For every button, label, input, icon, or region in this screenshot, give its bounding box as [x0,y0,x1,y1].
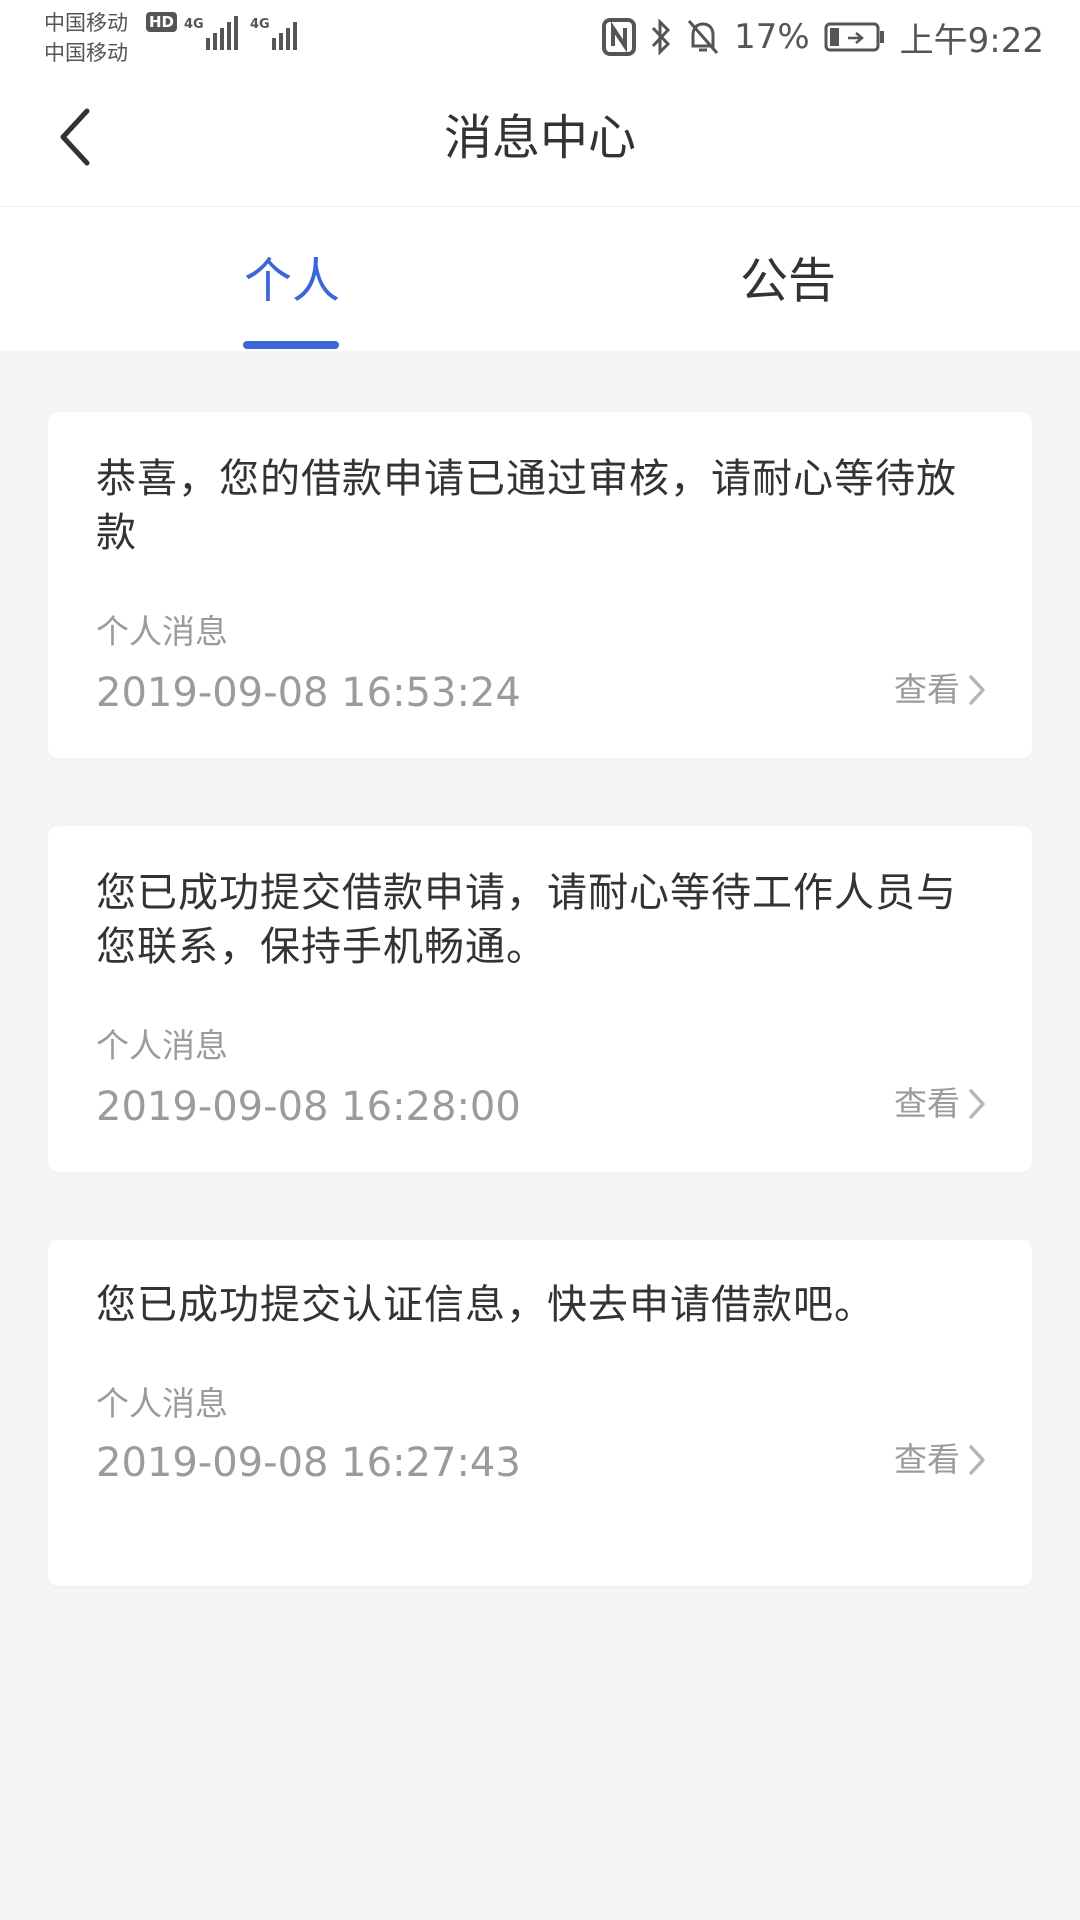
message-text: 恭喜，您的借款申请已通过审核，请耐心等待放款 [96,456,957,556]
status-bar: 中国移动 中国移动 HD 4G 4G 17% 上午9:22 [0,0,1080,78]
view-button[interactable]: 查看 [894,1438,986,1482]
status-right-group: 17% 上午9:22 [602,12,1044,62]
tab-personal-label: 个人 [244,253,341,309]
message-card[interactable]: 恭喜，您的借款申请已通过审核，请耐心等待放款 个人消息 2019-09-08 1… [48,412,1032,758]
chevron-right-icon [969,675,985,705]
view-button[interactable]: 查看 [894,668,986,712]
tab-personal[interactable]: 个人 [0,207,540,351]
tab-bar: 个人 公告 [0,207,1080,351]
mute-bell-icon [687,20,719,54]
message-time: 2019-09-08 16:27:43 [96,1440,521,1486]
battery-percent: 17% [734,17,810,57]
message-category: 个人消息 [96,1026,228,1065]
tab-announcements-label: 公告 [740,253,837,309]
carrier-2-label: 中国移动 [44,41,128,65]
chevron-right-icon [969,1089,985,1119]
message-time: 2019-09-08 16:53:24 [96,670,521,716]
view-button[interactable]: 查看 [894,1082,986,1126]
battery-icon [824,22,884,52]
message-text: 您已成功提交借款申请，请耐心等待工作人员与您联系，保持手机畅通。 [96,870,957,970]
view-label: 查看 [894,1440,960,1479]
hd-badge: HD [146,12,178,32]
network-1-label: 4G [184,17,204,32]
view-label: 查看 [894,1084,960,1123]
message-category: 个人消息 [96,612,228,651]
network-2-label: 4G [250,17,270,32]
message-center-screen: 中国移动 中国移动 HD 4G 4G 17% 上午9:22 消息中心 个人 公告… [0,0,1080,1920]
chevron-right-icon [969,1445,985,1475]
message-card[interactable]: 您已成功提交认证信息，快去申请借款吧。 个人消息 2019-09-08 16:2… [48,1240,1032,1586]
message-category: 个人消息 [96,1384,228,1423]
message-time: 2019-09-08 16:28:00 [96,1084,521,1130]
nav-bar: 消息中心 [0,78,1080,207]
view-label: 查看 [894,670,960,709]
clock: 上午9:22 [899,20,1044,61]
bluetooth-icon [651,18,671,56]
carrier-1-label: 中国移动 [44,11,128,35]
message-text: 您已成功提交认证信息，快去申请借款吧。 [96,1282,875,1328]
signal-icon: 4G [250,17,297,50]
page-title: 消息中心 [443,110,636,166]
nfc-icon [602,18,637,56]
tab-announcements[interactable]: 公告 [540,207,1080,351]
signal-icon: 4G [184,16,238,50]
carrier-info: 中国移动 中国移动 [44,8,128,68]
active-tab-indicator [243,341,339,349]
message-card[interactable]: 您已成功提交借款申请，请耐心等待工作人员与您联系，保持手机畅通。 个人消息 20… [48,826,1032,1172]
